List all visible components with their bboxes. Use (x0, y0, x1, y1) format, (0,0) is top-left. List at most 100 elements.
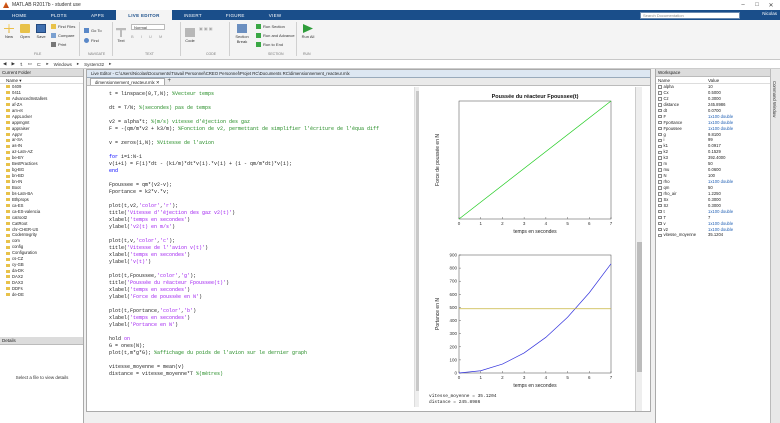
editor-scrollbar[interactable] (635, 87, 642, 411)
forward-arrow-icon[interactable]: ▶ (11, 61, 14, 67)
divider-scrollbar[interactable] (414, 87, 419, 407)
command-window-collapsed[interactable]: Command Window (770, 69, 780, 423)
code-area[interactable]: t = linspace(0,T,N); %Vecteur temps dt =… (87, 87, 412, 407)
path-segment[interactable]: Windows (54, 62, 72, 67)
address-bar[interactable]: ◀ ▶ ⮤ ▭ C: ▸ Windows ▸ System32 ▸ (0, 60, 780, 69)
section-break-button[interactable]: Section Break (233, 24, 251, 44)
back-arrow-icon[interactable]: ◀ (3, 61, 6, 67)
name-column-header[interactable]: Name ▾ (0, 77, 83, 84)
style-dropdown[interactable]: Normal (131, 24, 165, 30)
folder-icon (6, 216, 10, 220)
variable-icon (658, 227, 662, 232)
x-tick-label: 2 (501, 221, 504, 226)
tab-live-editor[interactable]: LIVE EDITOR (116, 10, 172, 20)
maximize-icon[interactable]: □ (750, 0, 764, 10)
folder-icon (6, 121, 10, 125)
folder-icon (6, 132, 10, 136)
user-account[interactable]: Nicolas (762, 11, 777, 16)
tab-home[interactable]: HOME (0, 10, 39, 20)
text-button[interactable]: Text (116, 28, 126, 43)
x-tick-label: 2 (501, 375, 504, 380)
code-line: xlabel('temps en secondes') (109, 287, 191, 293)
variable-icon (658, 126, 662, 131)
folder-icon (6, 91, 10, 95)
file-tab[interactable]: dimensionnement_reacteur.mlx ✕ (90, 78, 165, 85)
folder-icon (6, 204, 10, 208)
code-line: title('Vitesse de l''avion v(t)') (109, 245, 209, 251)
chart-poussee: 0 1 2 3 4 5 6 7 Poussée du réacteur Fpoussee(t) t… (435, 94, 613, 235)
y-axis-label: Portance en N (435, 298, 441, 330)
folder-icon (6, 293, 10, 297)
divider-thumb[interactable] (416, 91, 419, 391)
ribbon-separator (180, 22, 181, 56)
run-to-end-button[interactable]: Run to End (256, 42, 283, 47)
details-panel: Details Select a file to view details (0, 337, 84, 423)
code-line: plot(t,v,'color','c'); (109, 238, 176, 244)
variable-icon (658, 138, 662, 143)
ribbon-toolbar: New Open Save Find Files Compare Print F… (0, 20, 780, 60)
code-line: v(i+1) = F(i)*dt - (k1/m)*dt*v(i).*v(i) … (109, 161, 293, 167)
variable-icon (658, 150, 662, 155)
plot-area (458, 254, 612, 374)
y-tick-label: 300 (449, 331, 457, 336)
folder-icon (6, 287, 10, 291)
minimize-icon[interactable]: – (736, 0, 750, 10)
path-segment[interactable]: C: (37, 62, 42, 67)
find-button[interactable]: Find (84, 38, 99, 43)
save-button[interactable]: Save (36, 24, 46, 39)
chart-title: Poussée du réacteur Fpoussee(t) (492, 94, 579, 100)
x-tick-label: 4 (545, 221, 548, 226)
code-line: ylabel('Force de poussée en N') (109, 294, 203, 300)
editor-scroll-thumb[interactable] (637, 242, 642, 372)
code-line: ylabel('Portance en N') (109, 322, 179, 328)
folder-icon (6, 275, 10, 279)
run-all-button[interactable]: Run All (301, 24, 315, 39)
run-section-button[interactable]: Run Section (256, 24, 285, 29)
open-button[interactable]: Open (20, 24, 30, 39)
go-to-button[interactable]: Go To (84, 28, 102, 33)
tab-plots[interactable]: PLOTS (39, 10, 79, 20)
folder-icon (6, 239, 10, 243)
run-and-advance-button[interactable]: Run and Advance (256, 33, 295, 38)
variable-icon (658, 114, 662, 119)
workspace-row[interactable]: vitesse_moyenne 35.1204 (656, 232, 770, 238)
folder-up-icon[interactable]: ⮤ (20, 62, 23, 67)
folder-icon (6, 222, 10, 226)
x-tick-label: 7 (610, 375, 613, 380)
code-icon (185, 28, 195, 37)
details-title: Details (0, 337, 83, 345)
folder-icon (6, 115, 10, 119)
close-icon[interactable]: ✕ (764, 0, 778, 10)
output-line: distance = 245.8986 (429, 400, 481, 405)
workspace-value-header[interactable]: Value (708, 77, 719, 83)
text-format-buttons[interactable]: B I U M (131, 34, 165, 39)
path-segment[interactable]: System32 (84, 62, 104, 67)
x-axis-label: temps en secondes (513, 229, 557, 235)
x-tick-label: 3 (523, 221, 526, 226)
find-files-button[interactable]: Find Files (51, 24, 75, 29)
workspace-name-header[interactable]: Name (656, 77, 708, 83)
tab-figure[interactable]: FIGURE (214, 10, 257, 20)
group-label-section: SECTION (268, 52, 284, 56)
browse-folder-icon[interactable]: ▭ (28, 61, 32, 67)
print-button[interactable]: Print (51, 42, 66, 47)
title-bar: MATLAB R2017b - student use (0, 0, 780, 10)
code-button[interactable]: Code (185, 28, 195, 43)
search-documentation-input[interactable]: Search Documentation (640, 12, 740, 19)
code-tools[interactable]: ▣ ▣ ▣ (199, 26, 213, 31)
tab-insert[interactable]: INSERT (172, 10, 214, 20)
code-line: t = linspace(0,T,N); %Vecteur temps (109, 91, 215, 97)
variable-icon (658, 186, 662, 190)
folder-icon (6, 269, 10, 273)
code-line: vitesse_moyenne = mean(v) (109, 364, 185, 370)
run-icon (303, 24, 313, 33)
new-button[interactable]: New (4, 24, 14, 39)
variable-icon (658, 180, 662, 184)
folder-item[interactable]: de-DE (0, 292, 83, 298)
ribbon-separator (112, 22, 113, 56)
compare-button[interactable]: Compare (51, 33, 74, 38)
variable-icon (658, 97, 662, 101)
new-tab-icon[interactable]: + (168, 78, 172, 85)
tab-apps[interactable]: APPS (79, 10, 116, 20)
tab-view[interactable]: VIEW (257, 10, 294, 20)
